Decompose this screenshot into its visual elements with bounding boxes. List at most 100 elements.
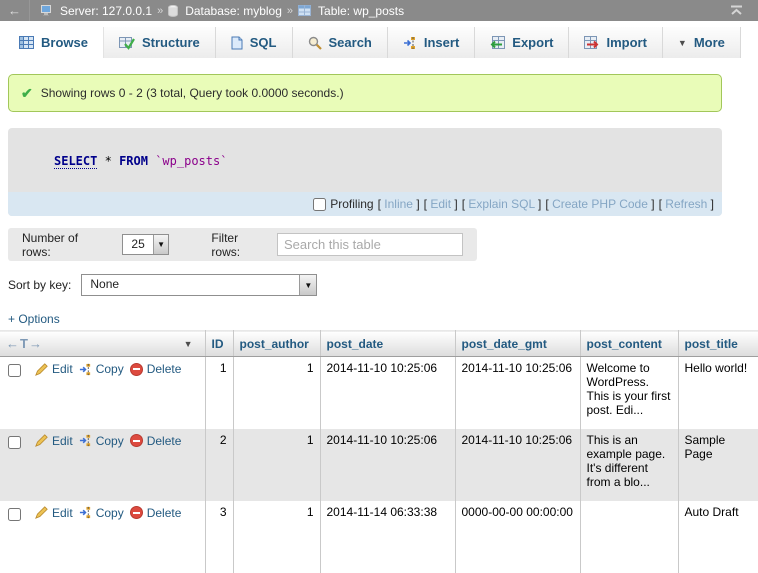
breadcrumb-database[interactable]: Database: myblog	[185, 4, 282, 18]
edit-row-link[interactable]: Edit	[35, 506, 73, 520]
breadcrumb-separator: »	[157, 5, 163, 17]
structure-icon	[119, 36, 135, 50]
copy-row-link[interactable]: Copy	[79, 434, 124, 448]
collapse-console-icon[interactable]	[729, 5, 744, 16]
back-arrow-icon: ←	[8, 3, 21, 18]
row-checkbox[interactable]	[8, 436, 21, 449]
cell-post-author: 1	[233, 429, 320, 501]
tab-search[interactable]: Search	[293, 27, 388, 58]
cell-post-author: 1	[233, 501, 320, 573]
sql-keyword-select: SELECT	[54, 154, 97, 169]
server-breadcrumb-bar: ← Server: 127.0.0.1 » Database: myblog »…	[0, 0, 758, 21]
cell-id: 3	[205, 501, 233, 573]
database-icon	[168, 5, 178, 17]
breadcrumb-table[interactable]: Table: wp_posts	[318, 4, 404, 18]
column-header-post-content[interactable]: post_content	[580, 331, 678, 357]
column-header-post-title[interactable]: post_title	[678, 331, 758, 357]
table-row: Edit Copy Delete 3 1 2014-11-14 06:33:38…	[0, 501, 758, 573]
tab-browse[interactable]: Browse	[4, 27, 104, 58]
row-checkbox[interactable]	[8, 508, 21, 521]
number-of-rows-label: Number of rows:	[22, 231, 108, 259]
edit-row-link[interactable]: Edit	[35, 362, 73, 376]
sort-key-select[interactable]: None ▼	[81, 274, 317, 296]
success-message-text: Showing rows 0 - 2 (3 total, Query took …	[41, 86, 344, 100]
delete-row-link[interactable]: Delete	[130, 434, 182, 448]
sql-table-identifier: `wp_posts`	[155, 154, 227, 168]
breadcrumb-separator: »	[287, 5, 293, 17]
cell-post-title: Auto Draft	[678, 501, 758, 573]
tab-label: Export	[512, 35, 553, 50]
delete-row-link[interactable]: Delete	[130, 506, 182, 520]
tab-import[interactable]: Import	[569, 27, 662, 58]
row-checkbox[interactable]	[8, 364, 21, 377]
caret-down-icon: ▼	[678, 38, 687, 48]
header-actions-cell: ←T→ ▼	[0, 331, 205, 357]
column-header-post-date[interactable]: post_date	[320, 331, 455, 357]
browse-icon	[19, 36, 34, 49]
server-icon	[40, 4, 53, 17]
back-arrow-button[interactable]: ←	[0, 0, 30, 21]
delete-icon	[130, 506, 143, 519]
cell-post-date: 2014-11-10 10:25:06	[320, 357, 455, 429]
row-controls-bar: Number of rows: 25 ▼ Filter rows:	[8, 228, 477, 261]
profiling-label: Profiling	[330, 197, 373, 211]
pencil-icon	[35, 363, 48, 376]
rows-per-page-select[interactable]: 25 ▼	[122, 234, 169, 255]
edit-query-link[interactable]: Edit	[430, 197, 451, 211]
delete-icon	[130, 434, 143, 447]
insert-icon	[403, 36, 417, 50]
cell-id: 1	[205, 357, 233, 429]
copy-row-link[interactable]: Copy	[79, 506, 124, 520]
tab-sql[interactable]: SQL	[216, 27, 293, 58]
table-icon	[298, 5, 311, 16]
cell-post-content	[580, 501, 678, 573]
breadcrumb-server[interactable]: Server: 127.0.0.1	[60, 4, 152, 18]
cell-id: 2	[205, 429, 233, 501]
results-table: ←T→ ▼ ID post_author post_date post_date…	[0, 330, 758, 573]
import-icon	[584, 36, 599, 49]
cell-post-content: Welcome to WordPress. This is your first…	[580, 357, 678, 429]
column-header-post-date-gmt[interactable]: post_date_gmt	[455, 331, 580, 357]
cell-post-date: 2014-11-14 06:33:38	[320, 501, 455, 573]
tab-bar: Browse Structure SQL Search Insert Expor…	[0, 21, 758, 58]
table-row: Edit Copy Delete 1 1 2014-11-10 10:25:06…	[0, 357, 758, 429]
edit-row-link[interactable]: Edit	[35, 434, 73, 448]
transpose-icon[interactable]: ←T→	[6, 336, 43, 351]
copy-row-link[interactable]: Copy	[79, 362, 124, 376]
cell-post-title: Sample Page	[678, 429, 758, 501]
refresh-link[interactable]: Refresh	[665, 197, 707, 211]
cell-post-date-gmt: 2014-11-10 10:25:06	[455, 357, 580, 429]
options-toggle-link[interactable]: + Options	[8, 312, 60, 326]
cell-post-title: Hello world!	[678, 357, 758, 429]
filter-rows-label: Filter rows:	[211, 231, 269, 259]
tab-more[interactable]: ▼ More	[663, 27, 741, 58]
cell-post-date-gmt: 0000-00-00 00:00:00	[455, 501, 580, 573]
tab-label: More	[694, 35, 725, 50]
sort-by-key-row: Sort by key: None ▼	[8, 274, 317, 296]
copy-icon	[79, 434, 92, 447]
tab-insert[interactable]: Insert	[388, 27, 475, 58]
delete-row-link[interactable]: Delete	[130, 362, 182, 376]
tab-structure[interactable]: Structure	[104, 27, 216, 58]
caret-down-icon: ▼	[153, 235, 169, 254]
success-check-icon: ✔	[21, 85, 33, 102]
tab-label: Browse	[41, 35, 88, 50]
create-php-code-link[interactable]: Create PHP Code	[552, 197, 648, 211]
profiling-checkbox[interactable]	[313, 198, 326, 211]
inline-link[interactable]: Inline	[384, 197, 413, 211]
cell-post-date: 2014-11-10 10:25:06	[320, 429, 455, 501]
column-header-id[interactable]: ID	[205, 331, 233, 357]
cell-post-author: 1	[233, 357, 320, 429]
tab-label: Import	[606, 35, 646, 50]
explain-sql-link[interactable]: Explain SQL	[468, 197, 534, 211]
sql-query-text: SELECT * FROM `wp_posts`	[54, 154, 227, 168]
sql-keyword-from: FROM	[119, 154, 148, 168]
tab-label: Structure	[142, 35, 200, 50]
column-visibility-caret-icon[interactable]: ▼	[184, 339, 193, 349]
filter-search-input[interactable]	[277, 233, 463, 256]
column-header-post-author[interactable]: post_author	[233, 331, 320, 357]
tab-export[interactable]: Export	[475, 27, 569, 58]
table-row: Edit Copy Delete 2 1 2014-11-10 10:25:06…	[0, 429, 758, 501]
tab-label: Search	[329, 35, 372, 50]
caret-down-icon: ▼	[299, 275, 316, 295]
